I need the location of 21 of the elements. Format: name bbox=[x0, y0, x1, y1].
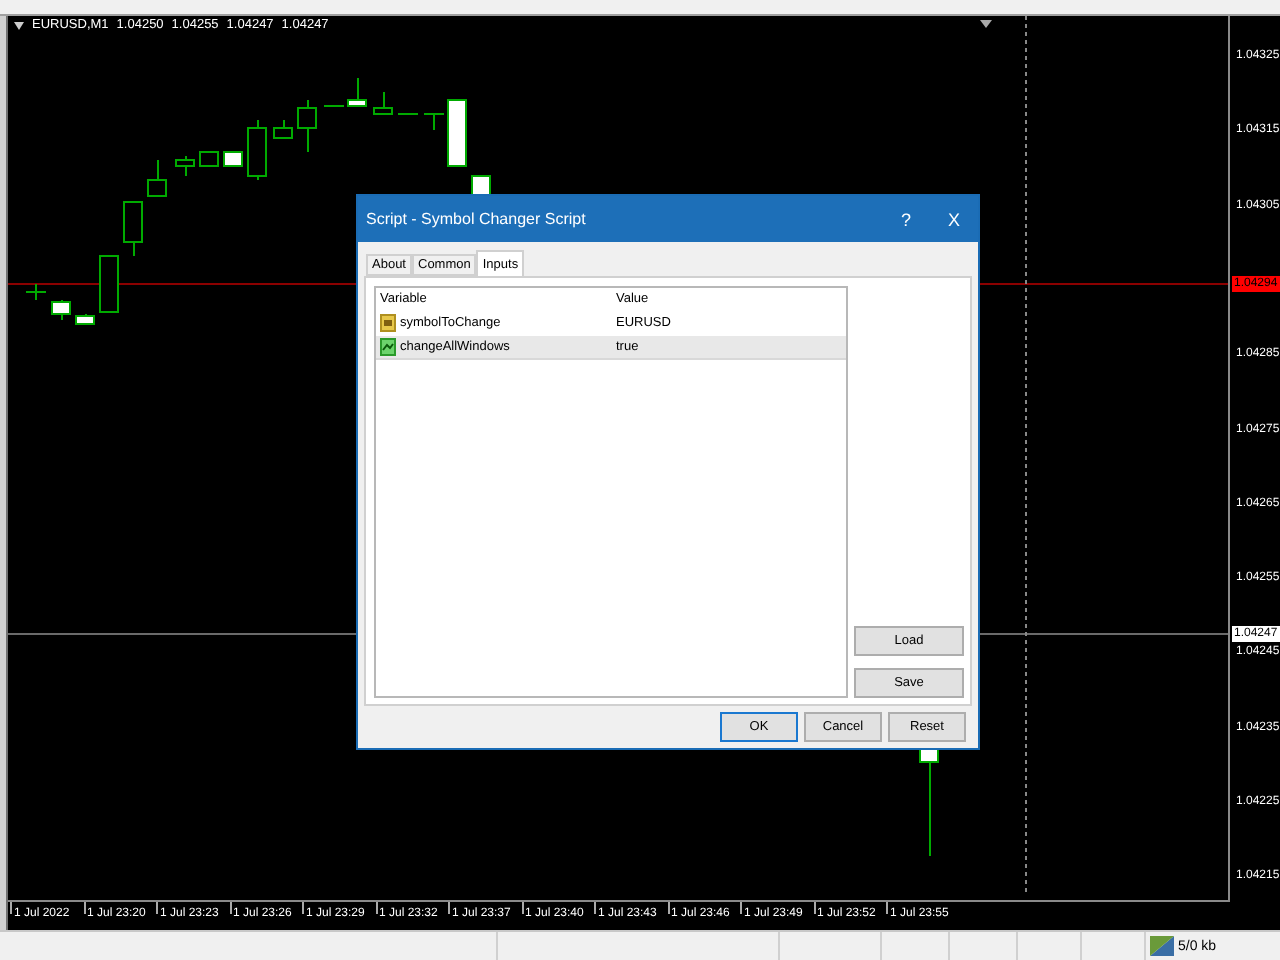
chart-type-icon bbox=[380, 338, 396, 356]
candle bbox=[373, 91, 393, 115]
candle bbox=[199, 151, 219, 167]
candle bbox=[75, 313, 95, 325]
candle bbox=[147, 159, 167, 197]
help-button[interactable]: ? bbox=[882, 199, 930, 239]
candle bbox=[25, 283, 47, 301]
candle bbox=[273, 119, 293, 139]
dialog-title: Script - Symbol Changer Script bbox=[366, 210, 588, 228]
candle bbox=[99, 255, 119, 313]
candle bbox=[223, 151, 243, 167]
triangle-icon bbox=[980, 20, 992, 28]
candle bbox=[51, 299, 71, 321]
text-type-icon bbox=[380, 314, 396, 332]
close-button[interactable]: X bbox=[930, 199, 978, 239]
dropdown-triangle-icon bbox=[14, 21, 24, 29]
candle bbox=[247, 119, 267, 181]
candle bbox=[297, 99, 317, 153]
connection-bars-icon bbox=[1150, 936, 1174, 956]
candle bbox=[123, 201, 143, 257]
candle bbox=[175, 155, 195, 177]
